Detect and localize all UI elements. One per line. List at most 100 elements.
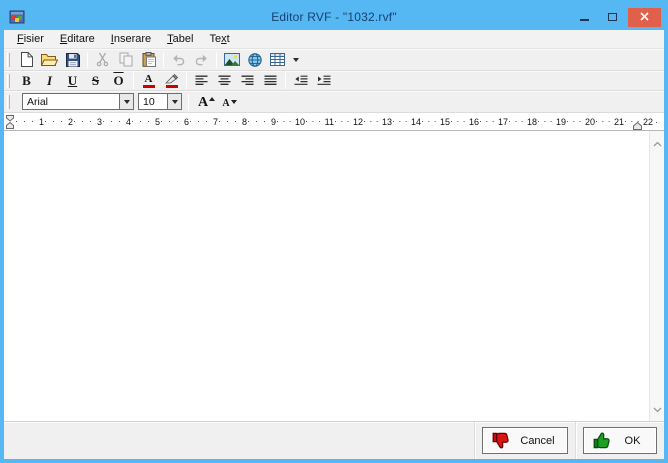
bold-button[interactable]: B <box>15 71 38 90</box>
toolbar-separator <box>186 73 187 89</box>
outdent-icon <box>294 75 308 86</box>
redo-icon <box>194 53 209 66</box>
ruler-unit: ···6 <box>160 117 189 127</box>
ruler-unit: ···16 <box>450 117 479 127</box>
decrease-indent-button[interactable] <box>289 71 312 90</box>
cut-icon <box>96 52 109 67</box>
font-color-icon: A <box>143 74 155 88</box>
toolbar-gripper[interactable] <box>7 53 10 67</box>
italic-button[interactable]: I <box>38 71 61 90</box>
close-button[interactable] <box>628 8 661 27</box>
align-right-button[interactable] <box>236 71 259 90</box>
ok-panel: OK <box>575 422 664 459</box>
font-size-dropdown-button[interactable] <box>167 94 181 109</box>
align-justify-button[interactable] <box>259 71 282 90</box>
toolbar-separator <box>285 73 286 89</box>
font-color-button[interactable]: A <box>137 71 160 90</box>
strikethrough-glyph: S <box>92 74 99 87</box>
scroll-down-icon[interactable] <box>653 400 662 418</box>
toolbar-separator <box>188 94 189 110</box>
table-icon <box>270 53 285 66</box>
increase-indent-button[interactable] <box>312 71 335 90</box>
undo-button[interactable] <box>167 50 190 69</box>
align-center-button[interactable] <box>213 71 236 90</box>
ruler-unit: ···12 <box>334 117 363 127</box>
insert-table-button[interactable] <box>266 50 289 69</box>
chevron-down-icon <box>293 58 299 62</box>
ruler-unit: ···10 <box>276 117 305 127</box>
toolbar-gripper <box>7 95 10 109</box>
highlight-icon <box>165 74 178 88</box>
ruler-unit: ···13 <box>363 117 392 127</box>
insert-hyperlink-button[interactable] <box>243 50 266 69</box>
close-icon <box>640 8 649 26</box>
strikethrough-button[interactable]: S <box>84 71 107 90</box>
ruler-unit: ···20 <box>566 117 595 127</box>
right-indent-marker[interactable] <box>633 117 642 131</box>
open-file-button[interactable] <box>38 50 61 69</box>
cancel-button[interactable]: Cancel <box>482 427 568 454</box>
toolbar-gripper[interactable] <box>7 74 10 88</box>
font-name-combobox[interactable]: Arial <box>22 93 134 110</box>
editor-rvf-window: Editor RVF - "1032.rvf" FisierEditareIns… <box>0 0 668 463</box>
font-size-combobox[interactable]: 10 <box>138 93 182 110</box>
vertical-scrollbar[interactable] <box>649 131 664 421</box>
title-bar: Editor RVF - "1032.rvf" <box>4 4 664 30</box>
minimize-button[interactable] <box>572 8 597 27</box>
save-icon <box>66 53 80 67</box>
italic-glyph: I <box>47 74 52 87</box>
ruler-unit: · <box>655 117 658 127</box>
app-icon <box>9 8 27 26</box>
redo-button[interactable] <box>190 50 213 69</box>
copy-button[interactable] <box>114 50 137 69</box>
ruler-unit: ···2 <box>44 117 73 127</box>
copy-icon <box>119 52 133 67</box>
ruler-unit: ···3 <box>73 117 102 127</box>
paste-icon <box>142 52 156 67</box>
ruler-unit: ···1 <box>15 117 44 127</box>
insert-image-button[interactable] <box>220 50 243 69</box>
left-indent-marker[interactable] <box>6 115 14 131</box>
new-doc-icon <box>20 52 33 67</box>
chevron-down-icon <box>172 100 178 104</box>
ok-button[interactable]: OK <box>583 427 657 454</box>
cancel-label: Cancel <box>517 435 558 447</box>
menu-item-fisier[interactable]: Fisier <box>9 31 52 47</box>
shrink-font-button[interactable]: A <box>218 92 241 111</box>
menu-item-inserare[interactable]: Inserare <box>103 31 159 47</box>
ruler-unit: ···7 <box>189 117 218 127</box>
toolbar-separator <box>87 52 88 68</box>
underline-button[interactable]: U <box>61 71 84 90</box>
ruler-unit: ···5 <box>131 117 160 127</box>
highlight-color-button[interactable] <box>160 71 183 90</box>
undo-icon <box>171 53 186 66</box>
toolbar-format: BI U SOA <box>4 71 664 91</box>
overline-button[interactable]: O <box>107 71 130 90</box>
ruler-unit: ···14 <box>392 117 421 127</box>
ruler-unit: ···19 <box>537 117 566 127</box>
underline-glyph: U <box>68 74 77 87</box>
align-center-icon <box>218 75 231 86</box>
align-right-icon <box>241 75 254 86</box>
ruler-scale: ···1···2···3···4···5···6···7···8···9···1… <box>15 117 658 127</box>
document-editor[interactable] <box>4 131 649 421</box>
font-name-dropdown-button[interactable] <box>119 94 133 109</box>
align-justify-icon <box>264 75 277 86</box>
grow-font-button[interactable]: A <box>195 92 218 111</box>
font-name-value: Arial <box>23 96 119 108</box>
ruler-unit: ···15 <box>421 117 450 127</box>
menu-item-editare[interactable]: Editare <box>52 31 103 47</box>
scroll-up-icon[interactable] <box>653 134 662 152</box>
ruler-unit: ···4 <box>102 117 131 127</box>
align-left-button[interactable] <box>190 71 213 90</box>
new-document-button[interactable] <box>15 50 38 69</box>
maximize-button[interactable] <box>600 8 625 27</box>
shrink-font-icon: A <box>222 94 236 109</box>
grow-font-icon: A <box>198 94 215 109</box>
menu-item-tabel[interactable]: Tabel <box>159 31 201 47</box>
paste-button[interactable] <box>137 50 160 69</box>
cut-button[interactable] <box>91 50 114 69</box>
save-file-button[interactable] <box>61 50 84 69</box>
more-options-button[interactable] <box>289 50 303 69</box>
menu-item-text[interactable]: Text <box>201 31 237 47</box>
